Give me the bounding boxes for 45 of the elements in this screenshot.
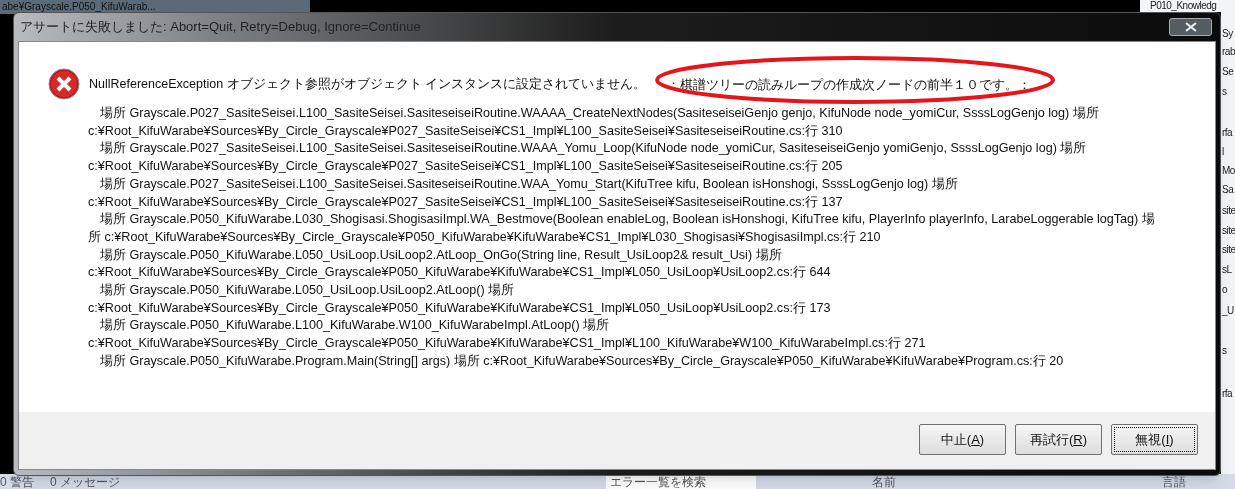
dialog-button[interactable]: 中止(A) xyxy=(919,424,1006,455)
source-path-line: c:¥Root_KifuWarabe¥Sources¥By_Circle_Grayscale¥P050_KifuWarabe¥KifuWarabe¥CS1_Impl¥L050_UsiLoop¥UsiLoop2.cs:行 173 xyxy=(88,299,831,317)
source-path-line: c:¥Root_KifuWarabe¥Sources¥By_Circle_Grayscale¥P050_KifuWarabe¥KifuWarabe¥CS1_Impl¥L100_KifuWarabe¥W100_KifuWarabeImpl.cs:行 271 xyxy=(88,335,926,353)
source-path-line: c:¥Root_KifuWarabe¥Sources¥By_Circle_Grayscale¥P050_KifuWarabe¥KifuWarabe¥CS1_Impl¥L050_UsiLoop¥UsiLoop2.cs:行 644 xyxy=(88,264,831,282)
background-window-title: abe¥Grayscale.P050_KifuWarab... xyxy=(1,2,156,12)
source-path-line: c:¥Root_KifuWarabe¥Sources¥By_Circle_Grayscale¥P027_SasiteSeisei¥CS1_Impl¥L100_SasiteSeisei¥SasiteseiseiRoutine.cs:行 310 xyxy=(88,122,843,140)
column-header: 名前 xyxy=(872,474,897,489)
error-detail: ：棋譜ツリーの読みループの作成次ノードの前半１０です。： xyxy=(667,78,1032,92)
stack-frame-line: 場所 Grayscale.P050_KifuWarabe.Program.Main(String[] args) 場所 c:¥Root_KifuWarabe¥Sources¥By_Circle_Grayscale¥P050_KifuWarabe¥KifuWarabe¥Program.cs:行 20 xyxy=(99,352,1064,370)
status-item: 0 警告 xyxy=(0,474,34,489)
tree-item[interactable]: site xyxy=(1222,205,1235,217)
source-path-line: c:¥Root_KifuWarabe¥Sources¥By_Circle_Grayscale¥P027_SasiteSeisei¥CS1_Impl¥L100_SasiteSeisei¥SasiteseiseiRoutine.cs:行 205 xyxy=(88,158,843,176)
tree-item[interactable]: rab xyxy=(1222,46,1235,58)
tree-item[interactable]: site xyxy=(1222,225,1235,237)
status-item: 0 メッセージ xyxy=(50,474,121,489)
source-path-line: c:¥Root_KifuWarabe¥Sources¥By_Circle_Grayscale¥P027_SasiteSeisei¥CS1_Impl¥L100_SasiteSeisei¥SasiteseiseiRoutine.cs:行 137 xyxy=(88,193,843,211)
tree-item[interactable]: sL xyxy=(1222,264,1232,276)
tree-item[interactable]: rfa xyxy=(1222,127,1233,139)
close-button[interactable] xyxy=(1169,18,1212,36)
tree-item[interactable]: rfa xyxy=(1222,388,1233,400)
tree-item[interactable]: Sa xyxy=(1222,184,1234,196)
stack-frame-line: 場所 Grayscale.P050_KifuWarabe.L100_KifuWarabe.W100_KifuWarabeImpl.AtLoop() 場所 xyxy=(99,317,610,335)
error-message: NullReferenceException オブジェクト参照がオブジェクト インスタンスに設定されていません。 xyxy=(89,75,647,93)
tree-item[interactable]: s xyxy=(1222,86,1227,98)
tree-item[interactable]: o xyxy=(1222,284,1228,296)
tree-item[interactable]: l xyxy=(1222,146,1224,158)
stack-frame-line: 場所 Grayscale.P027_SasiteSeisei.L100_SasiteSeisei.SasiteseiseiRoutine.WAAAA_CreateNextNodes(SasiteseiseiGenjo genjo, KifuNode node_yomiCur, SsssLogGenjo log) 場所 xyxy=(99,105,1099,122)
stack-frame-line: 場所 Grayscale.P027_SasiteSeisei.L100_SasiteSeisei.SasiteseiseiRoutine.WAA_Yomu_Start(KifuTree kifu, Boolean isHonshogi, SsssLogGenjo log) 場所 xyxy=(99,175,958,193)
tree-item[interactable]: Mo xyxy=(1222,165,1235,177)
tree-item[interactable]: site xyxy=(1222,244,1235,256)
stack-frame-line: 場所 Grayscale.P050_KifuWarabe.L030_Shogisasi.ShogisasiImpl.WA_Bestmove(Boolean enableLog, Boolean isHonshogi, KifuTree kifu, PlayerInfo playerInfo, LarabeLoggerable logTag) 場 xyxy=(99,211,1155,229)
tree-item[interactable]: Sy xyxy=(1222,28,1233,40)
tree-item[interactable]: s xyxy=(1222,345,1227,357)
error-icon xyxy=(48,68,80,100)
tree-item[interactable]: _U xyxy=(1222,305,1234,317)
tree-item[interactable]: Se xyxy=(1222,66,1234,78)
source-path-line: 所 c:¥Root_KifuWarabe¥Sources¥By_Circle_Grayscale¥P050_KifuWarabe¥KifuWarabe¥CS1_Impl¥L030_Shogisasi¥ShogisasiImpl.cs:行 210 xyxy=(88,228,881,246)
stack-frame-line: 場所 Grayscale.P050_KifuWarabe.L050_UsiLoop.UsiLoop2.AtLoop() 場所 xyxy=(99,282,515,300)
dialog-button[interactable]: 再試行(R) xyxy=(1015,424,1102,455)
stack-frame-line: 場所 Grayscale.P050_KifuWarabe.L050_UsiLoop.UsiLoop2.AtLoop_OnGo(String line, Result_UsiLoop2& result_Usi) 場所 xyxy=(99,246,782,264)
dialog-button[interactable]: 無視(I) xyxy=(1111,424,1198,455)
window-title: アサートに失敗しました: Abort=Quit, Retry=Debug, Ignore=Continue xyxy=(20,18,421,37)
stack-frame-line: 場所 Grayscale.P027_SasiteSeisei.L100_SasiteSeisei.SasiteseiseiRoutine.WAAA_Yomu_Loop(KifuNode node_yomiCur, SasiteseiseiGenjo yomiGenjo, SsssLogGenjo log) 場所 xyxy=(99,140,1087,158)
close-icon xyxy=(1184,22,1197,32)
column-header: 言語 xyxy=(1162,474,1187,489)
